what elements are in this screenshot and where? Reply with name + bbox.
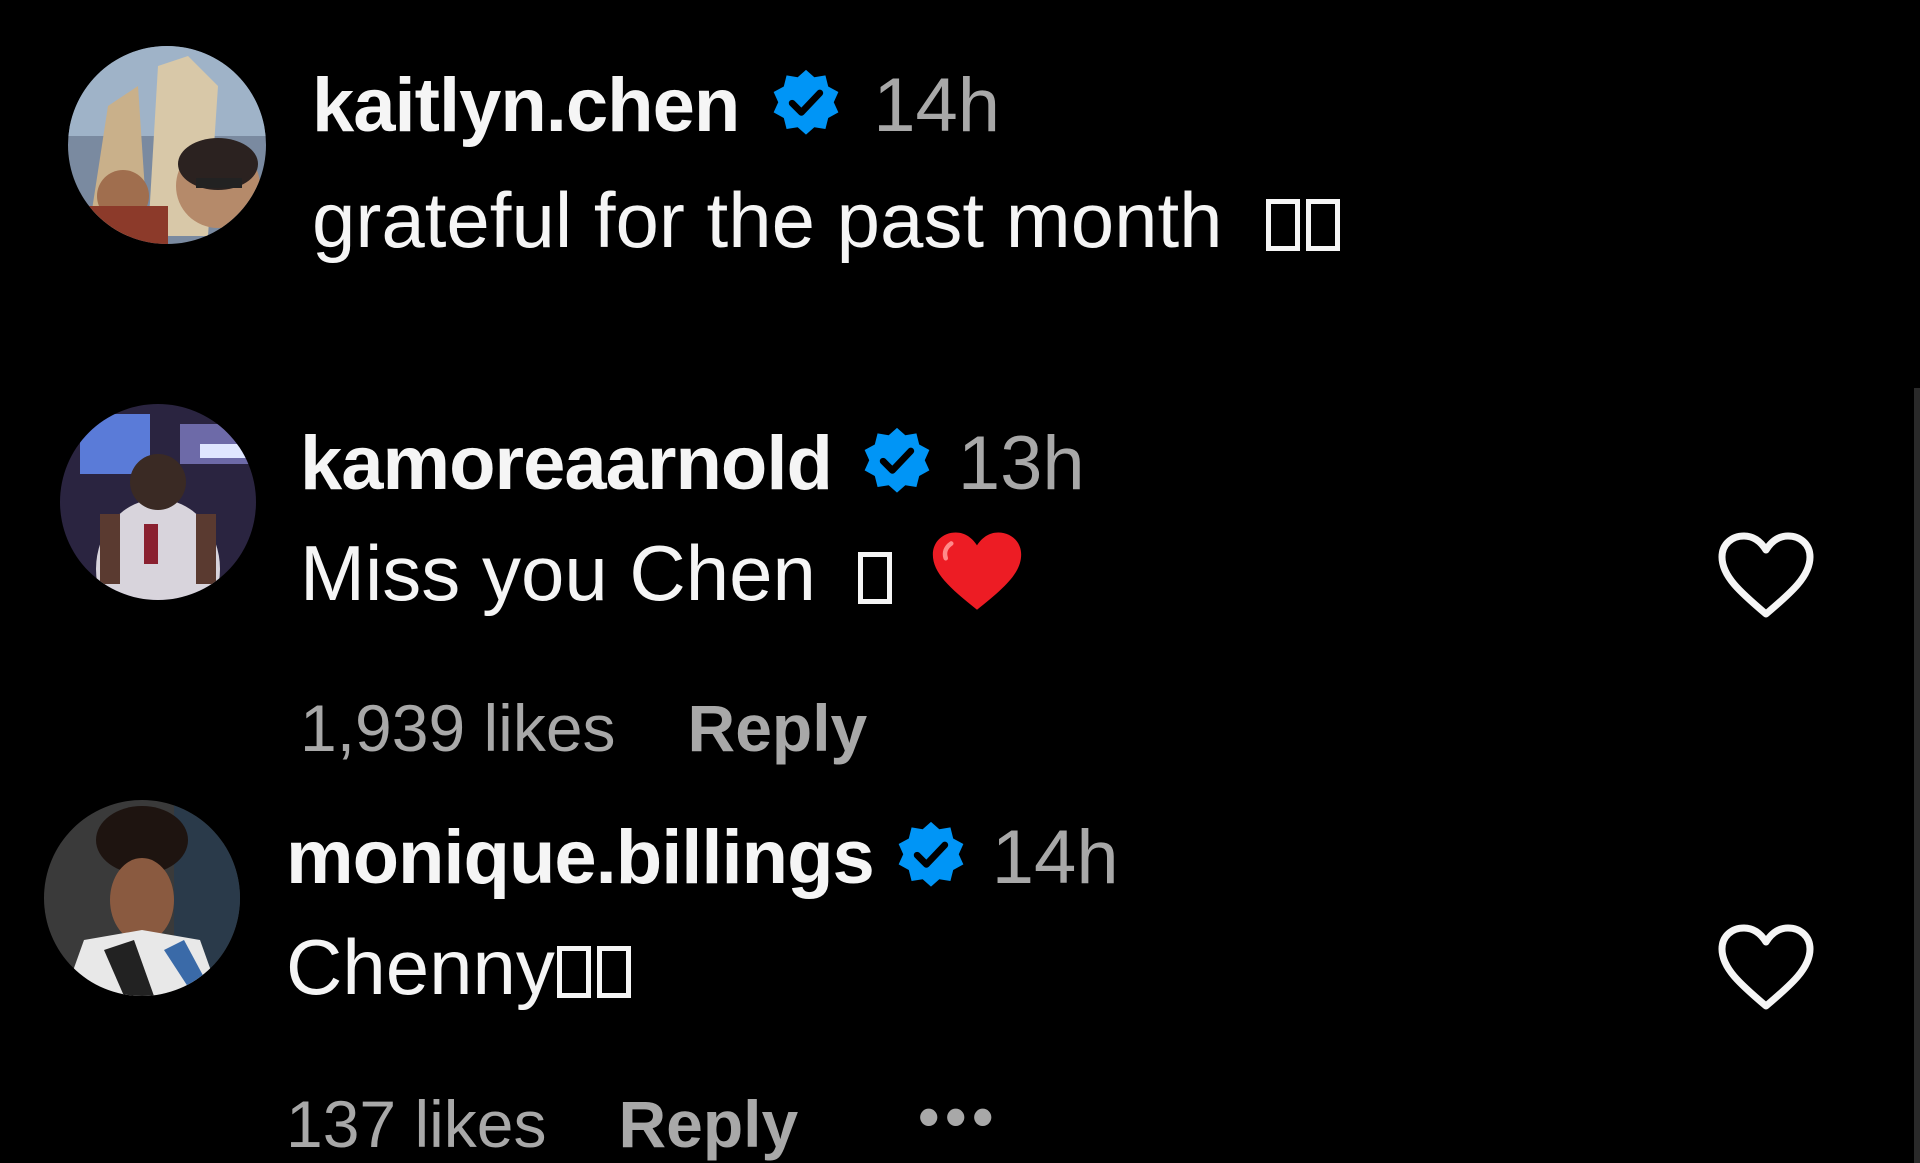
avatar[interactable] xyxy=(68,46,266,244)
missing-glyph-icon xyxy=(556,946,591,998)
avatar[interactable] xyxy=(60,404,256,600)
likes-count[interactable]: 137 likes xyxy=(286,1086,547,1162)
missing-glyph-icon xyxy=(1266,199,1301,251)
scrollbar[interactable] xyxy=(1914,388,1920,1163)
reply-button[interactable]: Reply xyxy=(619,1086,799,1162)
heart-emoji xyxy=(931,530,1023,614)
more-options-icon[interactable]: ••• xyxy=(918,1082,999,1151)
verified-badge-icon xyxy=(894,820,968,894)
avatar[interactable] xyxy=(44,800,240,996)
timestamp[interactable]: 14h xyxy=(873,62,1000,149)
comment-meta: 137 likes Reply ••• xyxy=(286,1083,999,1162)
timestamp[interactable]: 13h xyxy=(958,420,1085,507)
verified-badge-icon xyxy=(769,68,843,142)
timestamp[interactable]: 14h xyxy=(992,814,1119,901)
heart-outline-icon xyxy=(1718,924,1814,1010)
username[interactable]: monique.billings xyxy=(286,814,875,901)
verified-badge-icon xyxy=(860,426,934,500)
missing-glyph-icon xyxy=(1306,199,1341,251)
username[interactable]: kaitlyn.chen xyxy=(312,62,740,149)
comment-body: Chenny xyxy=(286,923,555,1011)
comment-text: Chenny xyxy=(286,922,631,1013)
comment-text: Miss you Chen xyxy=(300,528,1023,619)
missing-glyph-icon xyxy=(857,552,892,604)
missing-glyph-icon xyxy=(596,946,631,998)
comment-body: Miss you Chen xyxy=(300,529,816,617)
comment-meta: 1,939 likes Reply xyxy=(300,690,867,766)
likes-count[interactable]: 1,939 likes xyxy=(300,690,616,766)
username[interactable]: kamoreaarnold xyxy=(300,420,833,507)
like-button[interactable] xyxy=(1716,922,1816,1012)
like-button[interactable] xyxy=(1716,530,1816,620)
comment-body: grateful for the past month xyxy=(312,176,1223,264)
reply-button[interactable]: Reply xyxy=(688,690,868,766)
heart-outline-icon xyxy=(1718,532,1814,618)
comment-text: grateful for the past month xyxy=(312,175,1341,266)
